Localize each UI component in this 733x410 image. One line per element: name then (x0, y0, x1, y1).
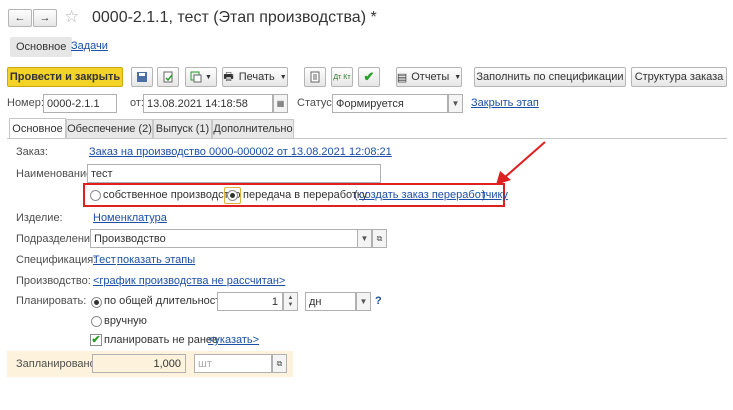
name-field[interactable]: тест (87, 164, 381, 183)
window-title: 0000-2.1.1, тест (Этап производства) * (92, 9, 377, 26)
printer-icon: 🖶 (223, 70, 234, 83)
close-stage-link[interactable]: Закрыть этап (471, 97, 539, 109)
tab-output[interactable]: Выпуск (1) (153, 119, 212, 138)
plan-not-earlier-checkbox[interactable]: ✔ (90, 334, 102, 346)
order-link[interactable]: Заказ на производство 0000-000002 от 13.… (89, 146, 392, 158)
paren-open: ( (354, 189, 358, 201)
planned-unit-field: шт (194, 354, 272, 373)
order-label: Заказ: (16, 146, 48, 158)
planning-label: Планировать: (16, 295, 87, 307)
item-link[interactable]: Номенклатура (93, 212, 167, 224)
planned-label: Запланировано: (16, 358, 99, 370)
post-close-button[interactable]: Провести и закрыть (7, 67, 123, 87)
department-open-icon[interactable]: ⧉ (372, 229, 387, 248)
save-icon[interactable] (131, 67, 153, 87)
paren-close: ) (482, 189, 486, 201)
plan-manual-label: вручную (104, 315, 147, 327)
tabs-divider (7, 138, 727, 139)
red-arrow-annotation (496, 141, 546, 185)
forward-button[interactable]: → (33, 9, 57, 27)
status-select[interactable]: Формируется (332, 94, 448, 113)
reports-button[interactable]: ▤ Отчеты ▼ (396, 67, 462, 87)
favorite-star-icon[interactable]: ☆ (64, 7, 79, 27)
duration-stepper[interactable]: ▲ ▼ (283, 292, 298, 311)
department-dropdown-icon[interactable]: ▼ (357, 229, 372, 248)
radio-transfer-label: передача в переработку (243, 189, 368, 201)
back-button[interactable]: ← (8, 9, 32, 27)
number-label: Номер: (7, 97, 44, 109)
radio-plan-manual[interactable] (91, 316, 102, 327)
department-field[interactable]: Производство (90, 229, 358, 248)
radio-own-production-label: собственное производство (103, 189, 241, 201)
radio-plan-total-duration[interactable] (91, 297, 102, 308)
show-stages-link[interactable]: показать этапы (117, 254, 195, 266)
production-label: Производство: (16, 275, 91, 287)
tab-additional[interactable]: Дополнительно (212, 119, 294, 138)
post-document-icon[interactable] (157, 67, 179, 87)
report-icon: ▤ (396, 71, 408, 84)
radio-own-production[interactable] (90, 190, 101, 201)
status-label: Статус: (297, 97, 335, 109)
planned-field: 1,000 (92, 354, 186, 373)
tab-main[interactable]: Основное (9, 118, 66, 138)
schedule-link[interactable]: <график производства не рассчитан> (93, 275, 285, 287)
specify-link[interactable]: <указать> (208, 334, 259, 346)
fill-by-spec-button[interactable]: Заполнить по спецификации (474, 67, 626, 87)
create-based-on-button[interactable]: ▼ (185, 67, 217, 87)
checkmark-icon[interactable]: ✔ (358, 67, 380, 87)
status-dropdown-icon[interactable]: ▼ (448, 94, 463, 113)
radio-transfer-processing[interactable] (227, 190, 238, 201)
item-label: Изделие: (16, 212, 63, 224)
nav-tasks[interactable]: Задачи (71, 40, 108, 52)
help-icon[interactable]: ? (375, 295, 382, 307)
plan-total-label: по общей длительности (104, 295, 227, 307)
number-field[interactable]: 0000-2.1.1 (43, 94, 117, 113)
department-label: Подразделение: (16, 233, 100, 245)
nav-main[interactable]: Основное (10, 37, 73, 57)
spec-label: Спецификация: (16, 254, 97, 266)
duration-field[interactable]: 1 (217, 292, 283, 311)
dtkt-icon[interactable]: Дт Кт (331, 67, 353, 87)
unit-field[interactable]: дн (305, 292, 356, 311)
tab-supply[interactable]: Обеспечение (2) (66, 119, 153, 138)
spec-link[interactable]: Тест (93, 254, 116, 266)
plan-not-earlier-label: планировать не ранее (104, 334, 219, 346)
name-label: Наименование: (16, 168, 96, 180)
unit-dropdown-icon[interactable]: ▼ (356, 292, 371, 311)
document-list-icon[interactable] (304, 67, 326, 87)
date-field[interactable]: 13.08.2021 14:18:58 (143, 94, 273, 113)
planned-unit-open-icon[interactable]: ⧉ (272, 354, 287, 373)
calendar-icon[interactable]: ▦ (273, 94, 288, 113)
order-structure-button[interactable]: Структура заказа (631, 67, 727, 87)
print-button[interactable]: 🖶 Печать ▼ (222, 67, 288, 87)
date-from-label: от: (130, 97, 144, 109)
